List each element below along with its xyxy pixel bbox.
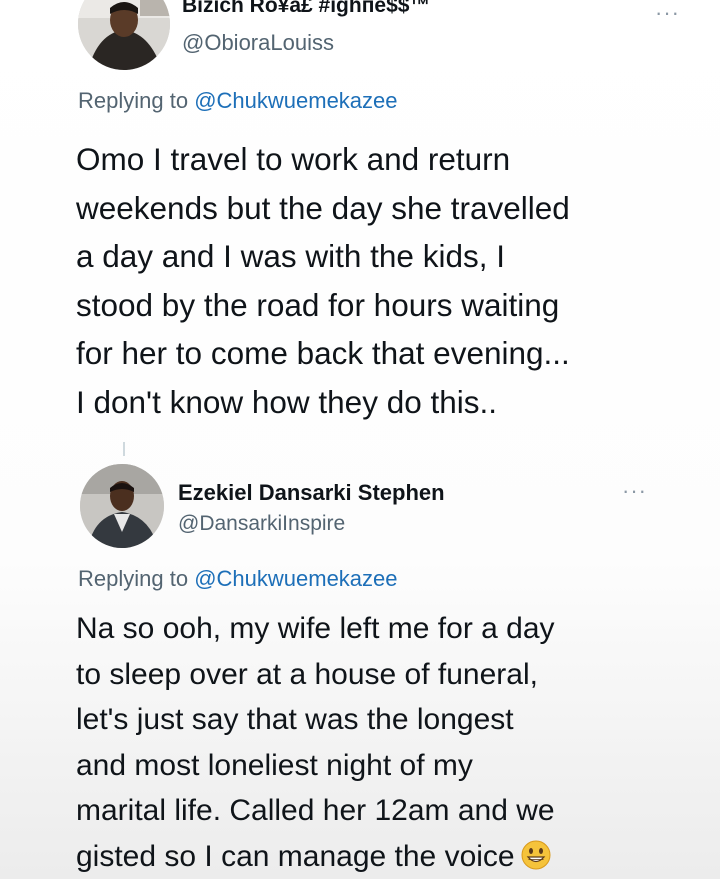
body-line: a day and I was with the kids, I	[76, 238, 505, 274]
tweet-2[interactable]: Ezekiel Dansarki Stephen ··· @DansarkiIn…	[0, 456, 720, 879]
body-line: for her to come back that evening...	[76, 335, 570, 371]
replying-mention-link[interactable]: @Chukwuemekazee	[194, 88, 397, 113]
more-options-icon[interactable]: ···	[622, 480, 647, 502]
body-line: let's just say that was the longest	[76, 703, 514, 736]
replying-mention-link[interactable]: @Chukwuemekazee	[194, 566, 397, 591]
body-line: to sleep over at a house of funeral,	[76, 657, 538, 691]
body-line-last: gisted so I can manage the voice	[76, 834, 555, 880]
replying-prefix: Replying to	[78, 566, 195, 591]
more-options-icon[interactable]: ···	[655, 2, 680, 24]
replying-prefix: Replying to	[78, 88, 195, 113]
body-line-text: gisted so I can manage the voice	[76, 839, 515, 873]
avatar[interactable]	[80, 464, 164, 548]
avatar[interactable]	[78, 0, 170, 70]
tweet-body: Na so ooh, my wife left me for a day to …	[76, 606, 555, 879]
handle[interactable]: @ObioraLouiss	[182, 30, 334, 56]
grinning-face-icon	[521, 838, 551, 869]
body-line: marital life. Called her 12am and we	[76, 794, 555, 827]
avatar-photo	[80, 464, 164, 548]
body-line: and most loneliest night of my	[76, 748, 473, 782]
tweet-body: Omo I travel to work and return weekends…	[76, 135, 570, 426]
replying-to: Replying to @Chukwuemekazee	[78, 88, 398, 114]
body-line: I don't know how they do this..	[76, 383, 498, 420]
display-name[interactable]: Bizich Ro¥a£ #ighпe$$™	[182, 0, 430, 18]
body-line: stood by the road for hours waiting	[76, 286, 560, 323]
body-line: weekends but the day she travelled	[76, 189, 570, 226]
body-line: Omo I travel to work and return	[76, 141, 511, 177]
avatar-photo	[78, 0, 170, 70]
body-line: Na so ooh, my wife left me for a day	[76, 612, 555, 645]
handle[interactable]: @DansarkiInspire	[178, 512, 345, 536]
display-name[interactable]: Ezekiel Dansarki Stephen	[178, 480, 445, 506]
replying-to: Replying to @Chukwuemekazee	[78, 566, 398, 592]
tweet-1[interactable]: Bizich Ro¥a£ #ighпe$$™ ··· @ObioraLouiss…	[0, 0, 720, 440]
screenshot-page: Bizich Ro¥a£ #ighпe$$™ ··· @ObioraLouiss…	[0, 0, 720, 879]
thread-divider	[123, 442, 125, 456]
